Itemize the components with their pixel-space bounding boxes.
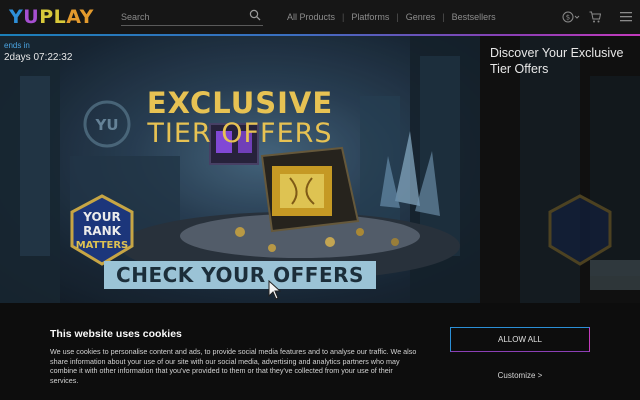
- cookie-description: We use cookies to personalise content an…: [50, 347, 417, 385]
- cookie-title: This website uses cookies: [50, 328, 182, 340]
- check-offers-button[interactable]: CHECK YOUR OFFERS: [104, 261, 376, 289]
- cursor-icon: [268, 280, 282, 300]
- hero-title-line1: EXCLUSIVE: [146, 86, 334, 120]
- currency-icon[interactable]: $: [562, 11, 580, 23]
- search-input[interactable]: [121, 9, 241, 25]
- site-header: YUPLAY All Products | Platforms | Genres…: [0, 0, 640, 34]
- nav-platforms[interactable]: Platforms: [351, 12, 389, 22]
- nav-separator: |: [442, 12, 445, 22]
- countdown-label: ends in: [4, 41, 30, 50]
- yuplay-logo[interactable]: YUPLAY: [9, 6, 94, 28]
- countdown-timer: 2days 07:22:32: [4, 52, 73, 63]
- search-box: [121, 8, 263, 26]
- nav-separator: |: [342, 12, 345, 22]
- nav-bestsellers[interactable]: Bestsellers: [452, 12, 496, 22]
- side-offer-title[interactable]: Discover Your Exclusive Tier Offers: [490, 45, 635, 77]
- menu-icon[interactable]: [620, 11, 632, 22]
- hero-title-line2: TIER OFFERS: [147, 118, 333, 149]
- search-icon[interactable]: [249, 9, 261, 21]
- main-nav: All Products | Platforms | Genres | Best…: [287, 11, 496, 23]
- nav-all-products[interactable]: All Products: [287, 12, 335, 22]
- customize-link[interactable]: Customize >: [450, 371, 590, 380]
- nav-genres[interactable]: Genres: [406, 12, 436, 22]
- allow-all-button[interactable]: ALLOW ALL: [450, 327, 590, 352]
- svg-text:$: $: [566, 14, 570, 22]
- nav-separator: |: [396, 12, 399, 22]
- cart-icon[interactable]: [589, 11, 601, 23]
